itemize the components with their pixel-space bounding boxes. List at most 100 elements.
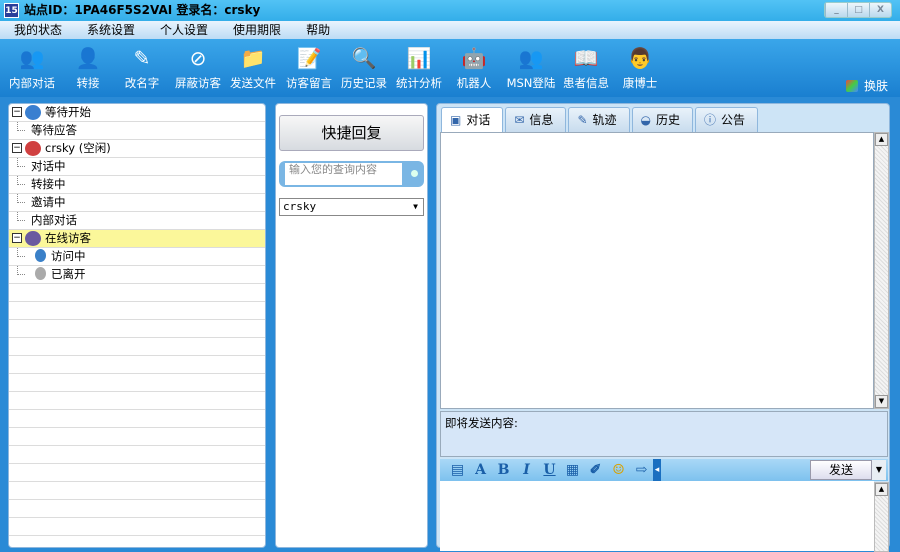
tree-label: 访问中 xyxy=(51,249,86,263)
tree-empty-row xyxy=(9,482,265,500)
tab-label: 历史 xyxy=(656,113,681,127)
chat-panel: ▣ 对话 ✉ 信息 ✎ 轨迹 ◒ 历史 ⓘ 公告 ▲ ▼ 即将发送内容: ▤ A B I U ▦ ✐ ☺ ⇨ ◂ 发送 … xyxy=(436,103,890,552)
tree-label: 内部对话 xyxy=(31,213,77,227)
color-grid-icon[interactable]: ▦ xyxy=(561,462,584,478)
tree-line xyxy=(17,266,25,275)
tree-empty-row xyxy=(9,500,265,518)
toolbar-button[interactable]: 👤 转接 xyxy=(60,43,116,91)
tree-item[interactable]: − 等待开始 xyxy=(9,104,265,122)
tree-empty-row xyxy=(9,446,265,464)
toolbar-button[interactable]: 📝 访客留言 xyxy=(281,43,337,91)
tab-label: 对话 xyxy=(466,113,491,127)
tree-item[interactable]: 对话中 xyxy=(9,158,265,176)
book-icon: 📖 xyxy=(573,46,599,70)
menu-item[interactable]: 帮助 xyxy=(306,21,330,39)
collapse-icon[interactable]: − xyxy=(12,233,22,243)
tree-item[interactable]: 邀请中 xyxy=(9,194,265,212)
toolbar-button[interactable]: 👥 内部对话 xyxy=(4,43,60,91)
message-input[interactable] xyxy=(440,481,874,551)
collapse-icon[interactable]: − xyxy=(12,107,22,117)
toolbar-button[interactable]: 🔍 历史记录 xyxy=(336,43,392,91)
attach-icon[interactable]: ✐ xyxy=(584,462,607,478)
toolbar-label: 发送文件 xyxy=(230,76,276,90)
chart-icon: 📊 xyxy=(406,46,432,70)
app-logo: 15 xyxy=(4,3,19,18)
tab-4[interactable]: ⓘ 公告 xyxy=(695,107,759,132)
close-button[interactable]: X xyxy=(869,3,891,17)
input-scrollbar[interactable]: ▲ xyxy=(874,482,889,552)
toolbar-button[interactable]: 🤖 机器人 xyxy=(446,43,502,91)
skin-label: 换肤 xyxy=(863,79,888,93)
tree-empty-row xyxy=(9,356,265,374)
toolbar-button[interactable]: ✎ 改名字 xyxy=(114,43,170,91)
font-color-icon[interactable]: A xyxy=(469,462,492,478)
tree-label: crsky (空闲) xyxy=(45,141,111,155)
skin-button[interactable]: 换肤 xyxy=(845,77,888,94)
search-icon[interactable] xyxy=(411,170,418,177)
format-toolbar: ▤ A B I U ▦ ✐ ☺ ⇨ ◂ 发送 ▼ xyxy=(440,459,888,481)
tree-item[interactable]: 转接中 xyxy=(9,176,265,194)
quick-reply-button[interactable]: 快捷回复 xyxy=(279,115,424,151)
tree-item[interactable]: 内部对话 xyxy=(9,212,265,230)
toolbar-label: 访客留言 xyxy=(286,76,332,90)
tab-label: 公告 xyxy=(721,113,746,127)
tab-1[interactable]: ✉ 信息 xyxy=(505,107,567,132)
agent-select[interactable]: crsky ▼ xyxy=(279,198,424,216)
screenshot-icon[interactable]: ▤ xyxy=(446,462,469,478)
toolbar-label: 统计分析 xyxy=(396,76,442,90)
tab-0[interactable]: ▣ 对话 xyxy=(441,107,504,132)
tab-icon: ✉ xyxy=(514,113,525,127)
toolbar-label: 机器人 xyxy=(456,76,492,90)
tree-item[interactable]: 访问中 xyxy=(9,248,265,266)
send-button[interactable]: 发送 xyxy=(810,460,872,480)
menu-item[interactable]: 个人设置 xyxy=(160,21,208,39)
toolbar-button[interactable]: 📊 统计分析 xyxy=(391,43,447,91)
tab-icon: ▣ xyxy=(450,113,462,127)
italic-icon[interactable]: I xyxy=(515,462,538,478)
toolbar-button[interactable]: 📖 患者信息 xyxy=(558,43,614,91)
search-input[interactable]: 输入您的查询内容 xyxy=(285,163,402,185)
toolbar-button[interactable]: 📁 发送文件 xyxy=(225,43,281,91)
menu-item[interactable]: 系统设置 xyxy=(87,21,135,39)
rename-icon: ✎ xyxy=(133,46,151,70)
toolbar-button[interactable]: ⊘ 屏蔽访客 xyxy=(170,43,226,91)
tree-empty-row xyxy=(9,464,265,482)
minimize-button[interactable]: _ xyxy=(825,3,847,17)
tree-item[interactable]: − crsky (空闲) xyxy=(9,140,265,158)
toolbar-label: 患者信息 xyxy=(563,76,609,90)
collapse-icon[interactable]: − xyxy=(12,143,22,153)
chevron-down-icon: ▼ xyxy=(413,202,418,211)
robot-icon: 🤖 xyxy=(461,46,487,70)
tab-2[interactable]: ✎ 轨迹 xyxy=(568,107,630,132)
toolbar-label: 改名字 xyxy=(124,76,160,90)
collapse-toolbar-icon[interactable]: ◂ xyxy=(653,459,661,481)
emoji-icon[interactable]: ☺ xyxy=(607,462,630,478)
tree-item[interactable]: 等待应答 xyxy=(9,122,265,140)
status-tree: − 等待开始 等待应答 − crsky (空闲) 对话中 转接中 邀请中 内部对话 − 在线访客 访问… xyxy=(8,103,266,548)
send-options-dropdown[interactable]: ▼ xyxy=(872,460,886,480)
skin-icon xyxy=(845,80,858,92)
tab-icon: ◒ xyxy=(640,113,651,127)
toolbar-button[interactable]: 👥 MSN登陆 xyxy=(503,43,559,91)
tree-line xyxy=(17,158,25,167)
tab-3[interactable]: ◒ 历史 xyxy=(631,107,694,132)
toolbar-button[interactable]: 👨 康博士 xyxy=(612,43,668,91)
tree-item[interactable]: 已离开 xyxy=(9,266,265,284)
tree-label: 已离开 xyxy=(51,267,86,281)
tree-label: 对话中 xyxy=(31,159,66,173)
maximize-button[interactable]: □ xyxy=(847,3,869,17)
tree-label: 在线访客 xyxy=(45,231,91,245)
visitor-icon xyxy=(25,231,41,246)
menu-item[interactable]: 使用期限 xyxy=(233,21,281,39)
tree-item[interactable]: − 在线访客 xyxy=(9,230,265,248)
bold-icon[interactable]: B xyxy=(492,462,515,478)
toolbar-label: 屏蔽访客 xyxy=(175,76,221,90)
menu-item[interactable]: 我的状态 xyxy=(14,21,62,39)
toolbar-label: 历史记录 xyxy=(341,76,387,90)
underline-icon[interactable]: U xyxy=(538,462,561,478)
tab-icon: ✎ xyxy=(577,113,588,127)
chat-scrollbar[interactable]: ▲ ▼ xyxy=(874,132,889,409)
tree-label: 转接中 xyxy=(31,177,66,191)
forward-icon[interactable]: ⇨ xyxy=(630,462,653,478)
visiting-icon xyxy=(35,249,46,262)
